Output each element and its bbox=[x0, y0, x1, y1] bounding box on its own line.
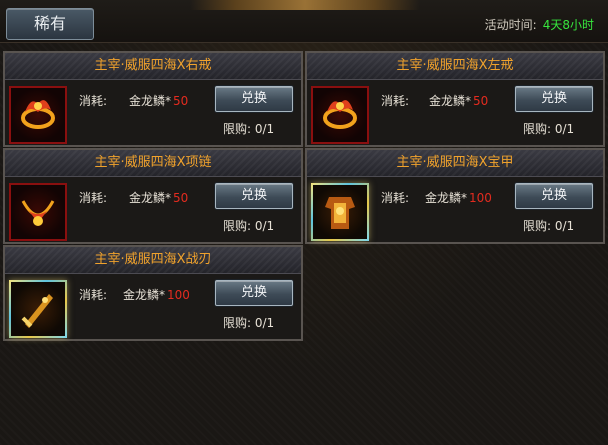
cost-label: 消耗: bbox=[79, 288, 108, 302]
item-card-necklace: 主宰·威服四海Ⅹ项链 消耗: 金龙鳞* 50 兑换 限购: 0/1 bbox=[3, 148, 303, 244]
item-slot[interactable] bbox=[9, 183, 67, 241]
exchange-button[interactable]: 兑换 bbox=[515, 86, 593, 112]
cost-item-name: 金龙鳞* bbox=[123, 288, 166, 302]
blade-icon bbox=[21, 294, 53, 328]
cost-value: 50 bbox=[173, 94, 189, 108]
card-body: 消耗: 金龙鳞* 50 兑换 限购: 0/1 bbox=[307, 80, 603, 145]
exchange-button[interactable]: 兑换 bbox=[215, 280, 293, 306]
exchange-button[interactable]: 兑换 bbox=[515, 183, 593, 209]
item-title: 主宰·威服四海Ⅹ项链 bbox=[94, 155, 212, 170]
item-slot[interactable] bbox=[9, 86, 67, 144]
card-header: 主宰·威服四海Ⅹ战刃 bbox=[5, 247, 301, 274]
purchase-limit: 限购: 0/1 bbox=[523, 122, 575, 136]
cost-item: 金龙鳞* 100 bbox=[123, 286, 190, 303]
cost-item-name: 金龙鳞* bbox=[425, 191, 468, 205]
cost-item: 金龙鳞* 50 bbox=[129, 92, 188, 109]
card-body: 消耗: 金龙鳞* 100 兑换 限购: 0/1 bbox=[5, 274, 301, 339]
ring-icon bbox=[323, 100, 357, 129]
event-time: 活动时间: 4天8小时 bbox=[485, 16, 594, 33]
tab-rare[interactable]: 稀有 bbox=[6, 8, 94, 40]
armor-icon bbox=[325, 197, 355, 229]
card-body: 消耗: 金龙鳞* 50 兑换 限购: 0/1 bbox=[5, 80, 301, 145]
cost-item-name: 金龙鳞* bbox=[129, 94, 172, 108]
cost-label: 消耗: bbox=[381, 94, 410, 108]
cost-item: 金龙鳞* 50 bbox=[429, 92, 488, 109]
card-body: 消耗: 金龙鳞* 100 兑换 限购: 0/1 bbox=[307, 177, 603, 242]
item-card-armor: 主宰·威服四海Ⅹ宝甲 消耗: 金龙鳞* 100 兑换 限购: 0/1 bbox=[305, 148, 605, 244]
item-title: 主宰·威服四海Ⅹ战刃 bbox=[94, 252, 212, 267]
cost-value: 50 bbox=[473, 94, 489, 108]
event-time-label: 活动时间: bbox=[484, 18, 537, 32]
card-header: 主宰·威服四海Ⅹ宝甲 bbox=[307, 150, 603, 177]
card-header: 主宰·威服四海Ⅹ项链 bbox=[5, 150, 301, 177]
exchange-button[interactable]: 兑换 bbox=[215, 86, 293, 112]
purchase-limit: 限购: 0/1 bbox=[223, 219, 275, 233]
cost-value: 50 bbox=[173, 191, 189, 205]
purchase-limit: 限购: 0/1 bbox=[223, 316, 275, 330]
item-title: 主宰·威服四海Ⅹ左戒 bbox=[396, 58, 514, 73]
purchase-limit: 限购: 0/1 bbox=[523, 219, 575, 233]
shop-panel: 稀有 活动时间: 4天8小时 主宰·威服四海Ⅹ右戒 消耗: 金龙鳞* 50 兑换 限… bbox=[0, 0, 608, 445]
item-title: 主宰·威服四海Ⅹ宝甲 bbox=[396, 155, 514, 170]
card-header: 主宰·威服四海Ⅹ左戒 bbox=[307, 53, 603, 80]
top-bar: 稀有 活动时间: 4天8小时 bbox=[0, 0, 608, 43]
exchange-button[interactable]: 兑换 bbox=[215, 183, 293, 209]
event-time-value: 4天8小时 bbox=[542, 18, 594, 32]
cost-item: 金龙鳞* 50 bbox=[129, 189, 188, 206]
cost-item-name: 金龙鳞* bbox=[129, 191, 172, 205]
card-body: 消耗: 金龙鳞* 50 兑换 限购: 0/1 bbox=[5, 177, 301, 242]
item-slot[interactable] bbox=[311, 86, 369, 144]
cost-item-name: 金龙鳞* bbox=[429, 94, 472, 108]
item-card-right-ring: 主宰·威服四海Ⅹ右戒 消耗: 金龙鳞* 50 兑换 限购: 0/1 bbox=[3, 51, 303, 147]
top-ornament bbox=[190, 0, 420, 10]
cost-label: 消耗: bbox=[79, 94, 108, 108]
ring-icon bbox=[21, 100, 55, 129]
item-card-blade: 主宰·威服四海Ⅹ战刃 消耗: 金龙鳞* 100 兑换 限购: 0/1 bbox=[3, 245, 303, 341]
cost-value: 100 bbox=[167, 288, 190, 302]
cost-item: 金龙鳞* 100 bbox=[425, 189, 492, 206]
cost-label: 消耗: bbox=[381, 191, 410, 205]
cost-value: 100 bbox=[469, 191, 492, 205]
cost-label: 消耗: bbox=[79, 191, 108, 205]
item-card-left-ring: 主宰·威服四海Ⅹ左戒 消耗: 金龙鳞* 50 兑换 限购: 0/1 bbox=[305, 51, 605, 147]
item-title: 主宰·威服四海Ⅹ右戒 bbox=[94, 58, 212, 73]
item-slot[interactable] bbox=[311, 183, 369, 241]
necklace-icon bbox=[21, 200, 55, 226]
card-header: 主宰·威服四海Ⅹ右戒 bbox=[5, 53, 301, 80]
item-slot[interactable] bbox=[9, 280, 67, 338]
purchase-limit: 限购: 0/1 bbox=[223, 122, 275, 136]
